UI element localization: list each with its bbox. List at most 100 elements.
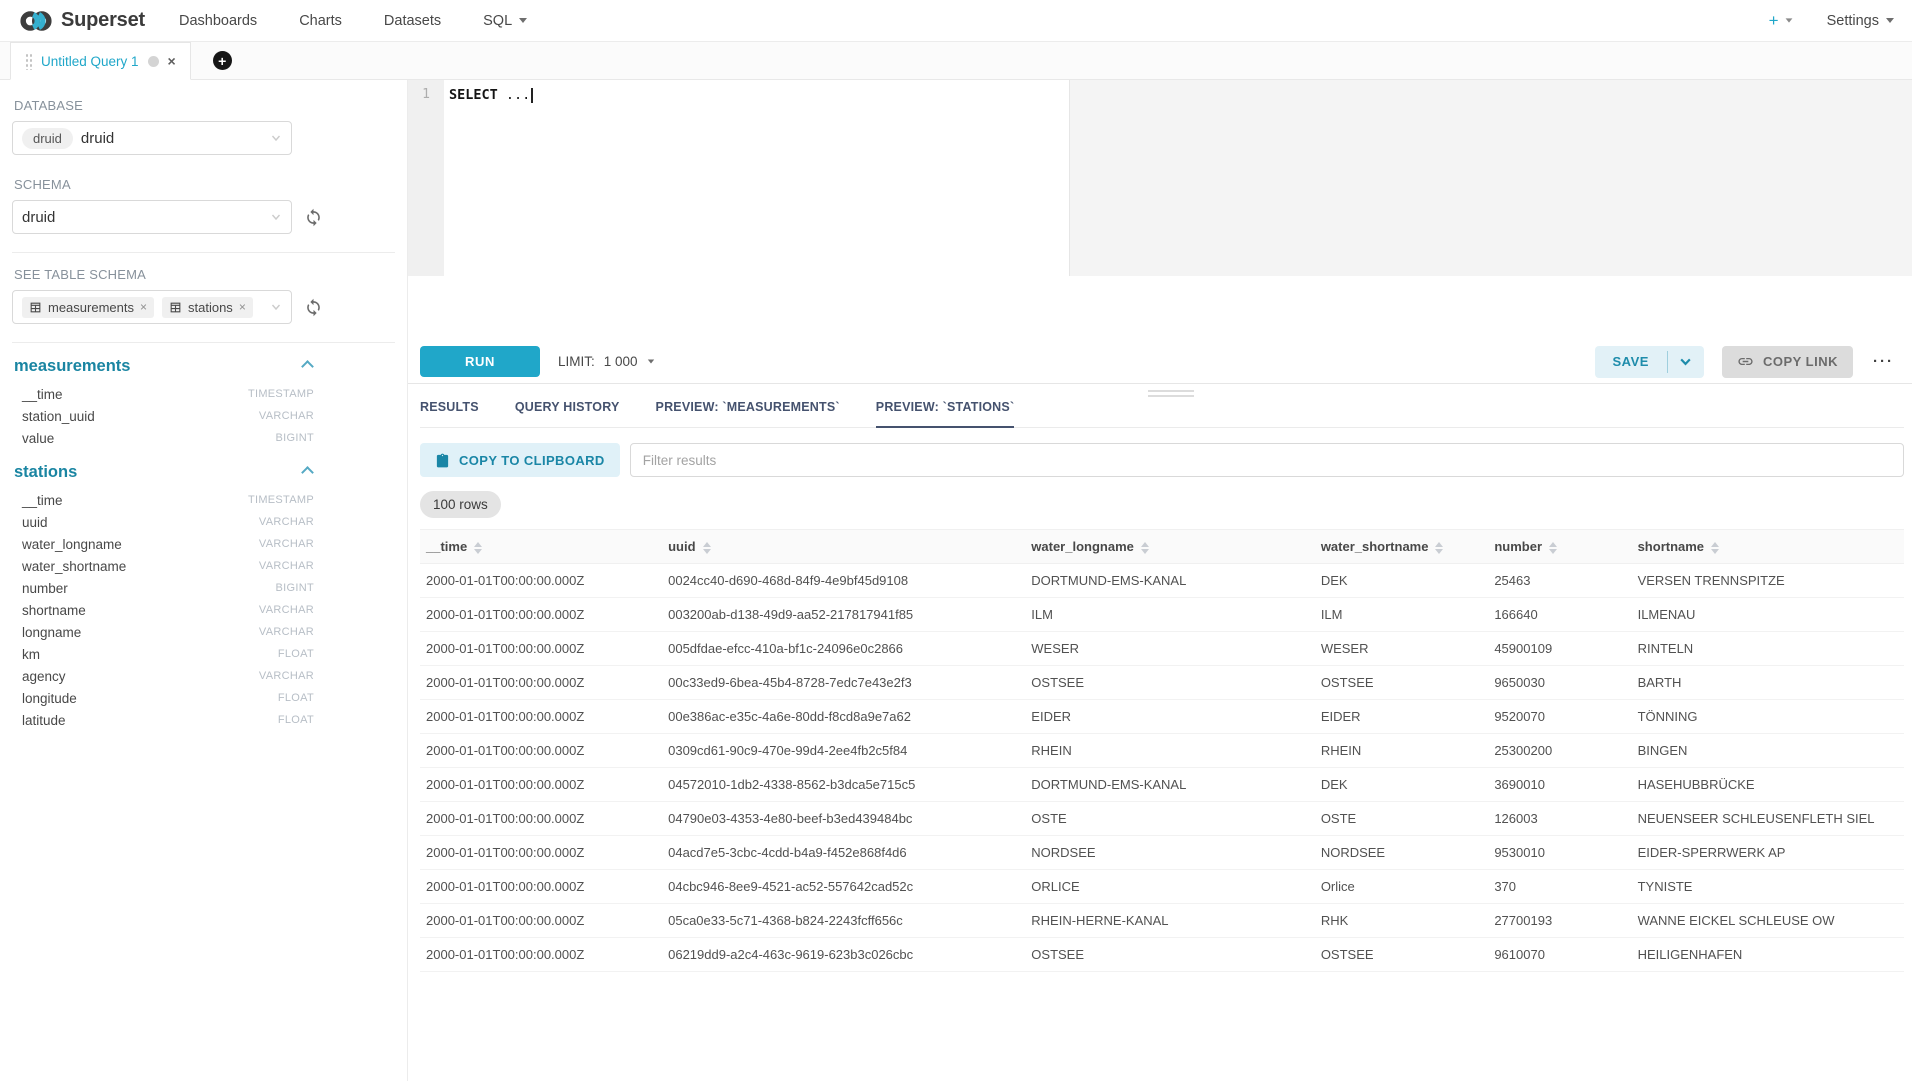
column-list-stations: __timeTIMESTAMPuuidVARCHARwater_longname… bbox=[12, 489, 314, 731]
cell-__time: 2000-01-01T00:00:00.000Z bbox=[420, 768, 662, 802]
cell-water_longname: RHEIN-HERNE-KANAL bbox=[1025, 904, 1315, 938]
nav-item-label: Charts bbox=[299, 13, 342, 29]
superset-logo[interactable]: Superset bbox=[18, 8, 145, 34]
editor-overflow-shade bbox=[1069, 80, 1912, 276]
cell-water_shortname: ILM bbox=[1315, 598, 1489, 632]
sort-arrows-icon bbox=[703, 542, 711, 554]
table-row: 2000-01-01T00:00:00.000Z00c33ed9-6bea-45… bbox=[420, 666, 1904, 700]
column-header-uuid[interactable]: uuid bbox=[662, 530, 1025, 564]
nav-item-label: Dashboards bbox=[179, 13, 257, 29]
column-header-__time[interactable]: __time bbox=[420, 530, 662, 564]
cell-water_longname: ILM bbox=[1025, 598, 1315, 632]
sort-arrows-icon bbox=[1141, 542, 1149, 554]
cell-shortname: WANNE EICKEL SCHLEUSE OW bbox=[1632, 904, 1904, 938]
table-tag-stations: stations× bbox=[162, 297, 253, 318]
cell-shortname: HEILIGENHAFEN bbox=[1632, 938, 1904, 972]
new-item-button[interactable]: + bbox=[1769, 11, 1793, 31]
database-select[interactable]: druid druid bbox=[12, 121, 292, 155]
close-icon[interactable]: × bbox=[239, 301, 246, 313]
column-header-shortname[interactable]: shortname bbox=[1632, 530, 1904, 564]
cell-uuid: 003200ab-d138-49d9-aa52-217817941f85 bbox=[662, 598, 1025, 632]
editor-gutter: 1 bbox=[408, 80, 444, 276]
table-row: 2000-01-01T00:00:00.000Z05ca0e33-5c71-43… bbox=[420, 904, 1904, 938]
chevron-up-icon[interactable] bbox=[301, 466, 314, 479]
column-row: latitudeFLOAT bbox=[12, 709, 314, 731]
results-tab-query-history[interactable]: QUERY HISTORY bbox=[515, 400, 620, 428]
column-type: VARCHAR bbox=[259, 538, 314, 550]
copy-link-label: COPY LINK bbox=[1763, 354, 1838, 369]
column-header-number[interactable]: number bbox=[1488, 530, 1631, 564]
refresh-tables-button[interactable] bbox=[304, 298, 323, 317]
close-icon[interactable]: × bbox=[140, 301, 147, 313]
nav-item-sql[interactable]: SQL bbox=[483, 13, 527, 29]
column-header-label: water_shortname bbox=[1321, 539, 1429, 554]
cell-water_longname: ORLICE bbox=[1025, 870, 1315, 904]
cell-uuid: 0024cc40-d690-468d-84f9-4e9bf45d9108 bbox=[662, 564, 1025, 598]
copy-link-button[interactable]: COPY LINK bbox=[1722, 346, 1853, 378]
status-circle-icon bbox=[148, 56, 159, 67]
results-tab-results[interactable]: RESULTS bbox=[420, 400, 479, 428]
add-query-tab-button[interactable]: + bbox=[213, 51, 232, 70]
column-row: uuidVARCHAR bbox=[12, 511, 314, 533]
cell-water_shortname: EIDER bbox=[1315, 700, 1489, 734]
limit-dropdown[interactable]: LIMIT: 1 000 bbox=[558, 354, 655, 369]
cell-shortname: BARTH bbox=[1632, 666, 1904, 700]
run-button[interactable]: RUN bbox=[420, 346, 540, 377]
drag-dots-icon[interactable] bbox=[25, 53, 32, 70]
results-tab-preview-stations-[interactable]: PREVIEW: `STATIONS` bbox=[876, 400, 1015, 428]
table-icon bbox=[169, 301, 182, 314]
column-header-water_shortname[interactable]: water_shortname bbox=[1315, 530, 1489, 564]
save-options-button[interactable] bbox=[1668, 346, 1704, 378]
cell-number: 9520070 bbox=[1488, 700, 1631, 734]
refresh-schema-button[interactable] bbox=[304, 208, 323, 227]
sort-asc-icon bbox=[1711, 542, 1719, 547]
schema-table-name[interactable]: measurements bbox=[14, 357, 130, 376]
more-actions-button[interactable]: ··· bbox=[1871, 349, 1896, 374]
cell-uuid: 04572010-1db2-4338-8562-b3dca5e715c5 bbox=[662, 768, 1025, 802]
cell-water_longname: OSTSEE bbox=[1025, 938, 1315, 972]
schema-table-name[interactable]: stations bbox=[14, 463, 77, 482]
sql-lab-app: Superset Dashboards Charts Datasets SQL + S… bbox=[0, 0, 1912, 1081]
cell-water_longname: OSTE bbox=[1025, 802, 1315, 836]
chevron-up-icon[interactable] bbox=[301, 360, 314, 373]
query-tab-active[interactable]: Untitled Query 1 × bbox=[10, 42, 191, 80]
close-icon[interactable]: × bbox=[168, 54, 176, 68]
brand-name: Superset bbox=[61, 9, 145, 32]
column-row: agencyVARCHAR bbox=[12, 665, 314, 687]
nav-item-dashboards[interactable]: Dashboards bbox=[179, 13, 257, 29]
cell-uuid: 04acd7e5-3cbc-4cdd-b4a9-f452e868f4d6 bbox=[662, 836, 1025, 870]
query-tab-label: Untitled Query 1 bbox=[41, 54, 139, 69]
pane-resize-handle[interactable] bbox=[1148, 390, 1194, 400]
cell-water_shortname: RHK bbox=[1315, 904, 1489, 938]
cell-__time: 2000-01-01T00:00:00.000Z bbox=[420, 632, 662, 666]
table-schema-select[interactable]: measurements× stations× bbox=[12, 290, 292, 324]
schema-select[interactable]: druid bbox=[12, 200, 292, 234]
column-row: water_shortnameVARCHAR bbox=[12, 555, 314, 577]
filter-results-input[interactable] bbox=[630, 443, 1904, 477]
cell-shortname: HASEHUBBRÜCKE bbox=[1632, 768, 1904, 802]
cell-shortname: NEUENSEER SCHLEUSENFLETH SIEL bbox=[1632, 802, 1904, 836]
cell-shortname: TYNISTE bbox=[1632, 870, 1904, 904]
save-button[interactable]: SAVE bbox=[1595, 346, 1667, 378]
results-table: __timeuuidwater_longname water_shortname n… bbox=[420, 529, 1904, 972]
table-row: 2000-01-01T00:00:00.000Z005dfdae-efcc-41… bbox=[420, 632, 1904, 666]
column-type: BIGINT bbox=[276, 582, 314, 594]
results-tab-preview-measurements-[interactable]: PREVIEW: `MEASUREMENTS` bbox=[656, 400, 840, 428]
editor-code-area[interactable]: SELECT ... bbox=[444, 80, 1912, 276]
table-header-row: __timeuuidwater_longname water_shortname n… bbox=[420, 530, 1904, 564]
table-tag-measurements: measurements× bbox=[22, 297, 154, 318]
sort-arrows-icon bbox=[1711, 542, 1719, 554]
cell-__time: 2000-01-01T00:00:00.000Z bbox=[420, 666, 662, 700]
column-header-water_longname[interactable]: water_longname bbox=[1025, 530, 1315, 564]
cell-water_longname: EIDER bbox=[1025, 700, 1315, 734]
sort-arrows-icon bbox=[1549, 542, 1557, 554]
column-name: latitude bbox=[22, 713, 66, 728]
nav-item-datasets[interactable]: Datasets bbox=[384, 13, 441, 29]
cell-__time: 2000-01-01T00:00:00.000Z bbox=[420, 598, 662, 632]
column-type: VARCHAR bbox=[259, 516, 314, 528]
copy-to-clipboard-button[interactable]: COPY TO CLIPBOARD bbox=[420, 443, 620, 477]
caret-down-icon bbox=[1785, 18, 1792, 22]
settings-menu[interactable]: Settings bbox=[1827, 13, 1894, 29]
table-row: 2000-01-01T00:00:00.000Z0024cc40-d690-46… bbox=[420, 564, 1904, 598]
nav-item-charts[interactable]: Charts bbox=[299, 13, 342, 29]
